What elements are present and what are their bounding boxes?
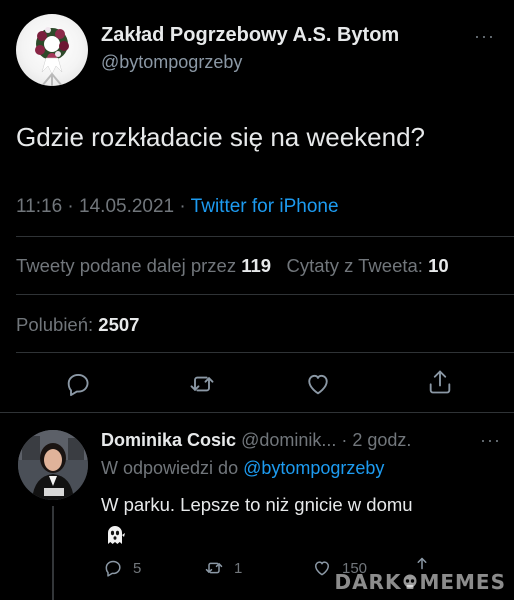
- retweet-quote-stats: Tweety podane dalej przez 119 Cytaty z T…: [16, 255, 449, 277]
- heart-icon: [308, 374, 328, 395]
- reply-button[interactable]: [64, 370, 92, 398]
- reply-author-handle[interactable]: @dominik...: [241, 430, 336, 450]
- skull-icon: [401, 572, 419, 590]
- divider: [16, 294, 514, 295]
- divider: [16, 352, 514, 353]
- tweet-text: Gdzie rozkładacie się na weekend?: [16, 122, 426, 152]
- in-reply-to: W odpowiedzi do @bytompogrzeby: [101, 458, 384, 479]
- reply-author-avatar[interactable]: [18, 430, 88, 500]
- retweet-icon: [205, 562, 223, 574]
- in-reply-to-handle[interactable]: @bytompogrzeby: [243, 458, 384, 478]
- divider: [16, 236, 514, 237]
- author-name[interactable]: Zakład Pogrzebowy A.S. Bytom: [101, 24, 399, 47]
- reply-text: W parku. Lepsze to niż gnicie w domu: [101, 494, 413, 515]
- more-options-icon[interactable]: ···: [474, 26, 495, 47]
- quotes-label: Cytaty z Tweeta:: [286, 255, 423, 276]
- reply-author-name[interactable]: Dominika Cosic: [101, 430, 236, 450]
- quotes-stat[interactable]: Cytaty z Tweeta: 10: [287, 255, 449, 276]
- author-avatar[interactable]: [16, 14, 88, 86]
- reply-retweet-count: 1: [234, 559, 243, 577]
- meta-separator: ·: [179, 196, 186, 217]
- likes-label: Polubień:: [16, 314, 94, 335]
- reply-icon: [67, 373, 89, 397]
- ghost-emoji-icon: [103, 522, 127, 546]
- reply-header: Dominika Cosic @dominik... · 2 godz.: [101, 430, 411, 451]
- retweets-label: Tweety podane dalej przez: [16, 255, 237, 276]
- thread-line: [52, 506, 54, 600]
- reply-retweet-button[interactable]: 1: [204, 558, 242, 578]
- watermark-right: MEMES: [419, 570, 506, 594]
- retweets-stat[interactable]: Tweety podane dalej przez 119: [16, 255, 271, 276]
- retweet-icon: [190, 376, 214, 392]
- reply-more-options-icon[interactable]: ···: [480, 430, 501, 451]
- retweets-count: 119: [241, 255, 272, 276]
- reply-reply-button[interactable]: 5: [103, 558, 141, 578]
- tweet-meta: 11:16 · 14.05.2021 · Twitter for iPhone: [16, 196, 339, 218]
- divider: [0, 412, 514, 413]
- tweet-time: 11:16: [16, 196, 63, 217]
- likes-stat[interactable]: Polubień: 2507: [16, 314, 139, 336]
- quotes-count: 10: [428, 255, 449, 276]
- share-icon: [429, 370, 451, 394]
- reply-reply-count: 5: [133, 559, 142, 577]
- meta-separator: ·: [67, 196, 74, 217]
- in-reply-to-label: W odpowiedzi do: [101, 458, 239, 478]
- likes-count: 2507: [98, 314, 140, 335]
- share-button[interactable]: [426, 368, 454, 396]
- reply-time[interactable]: · 2 godz.: [341, 430, 411, 450]
- retweet-button[interactable]: [188, 370, 216, 398]
- watermark-logo: DARK MEMES: [334, 570, 506, 594]
- tweet-source-link[interactable]: Twitter for iPhone: [191, 196, 339, 217]
- like-button[interactable]: [304, 370, 332, 398]
- author-handle[interactable]: @bytompogrzeby: [101, 52, 242, 73]
- tweet-date: 14.05.2021: [79, 196, 175, 217]
- watermark-left: DARK: [334, 570, 402, 594]
- reply-icon: [105, 560, 121, 577]
- heart-icon: [315, 561, 329, 576]
